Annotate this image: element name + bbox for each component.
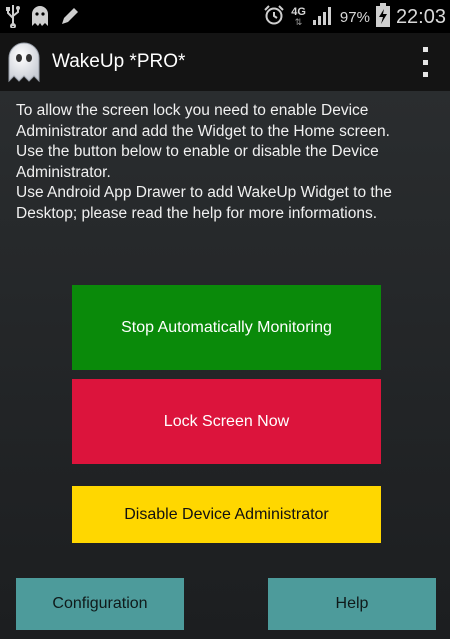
data-arrows-icon: ⇅	[294, 17, 303, 27]
main-content: To allow the screen lock you need to ena…	[0, 91, 450, 639]
stop-monitoring-button[interactable]: Stop Automatically Monitoring	[72, 285, 381, 370]
battery-percent: 97%	[339, 8, 370, 26]
action-bar: WakeUp *PRO*	[0, 33, 450, 91]
overflow-dot	[422, 59, 428, 65]
status-icons-right: 4G ⇅ 97% 22:03	[263, 2, 446, 32]
battery-charging-icon	[375, 2, 390, 32]
configuration-button[interactable]: Configuration	[16, 578, 184, 630]
alarm-clock-icon	[263, 4, 285, 31]
instruction-line: Use Android App Drawer to add WakeUp Wid…	[16, 184, 392, 222]
status-bar: 4G ⇅ 97% 22:03	[0, 0, 450, 33]
network-type-label: 4G	[291, 6, 306, 18]
help-button[interactable]: Help	[268, 578, 436, 630]
network-type-indicator: 4G ⇅	[291, 6, 306, 28]
instructions-text: To allow the screen lock you need to ena…	[16, 101, 444, 224]
overflow-dot	[422, 47, 428, 52]
instruction-line: To allow the screen lock you need to ena…	[16, 102, 390, 140]
app-ghost-icon	[6, 41, 42, 88]
clock-time: 22:03	[395, 5, 446, 28]
pencil-icon	[60, 6, 80, 31]
instruction-line: Use the button below to enable or disabl…	[16, 143, 379, 181]
disable-device-admin-button[interactable]: Disable Device Administrator	[72, 486, 381, 543]
signal-strength-icon	[312, 5, 334, 30]
usb-icon	[6, 4, 20, 33]
app-title: WakeUp *PRO*	[52, 51, 186, 72]
overflow-menu-icon[interactable]	[422, 47, 428, 77]
lock-screen-button[interactable]: Lock Screen Now	[72, 379, 381, 464]
status-icons-left	[6, 4, 80, 33]
ghost-notification-icon	[30, 5, 50, 32]
overflow-dot	[422, 72, 428, 77]
